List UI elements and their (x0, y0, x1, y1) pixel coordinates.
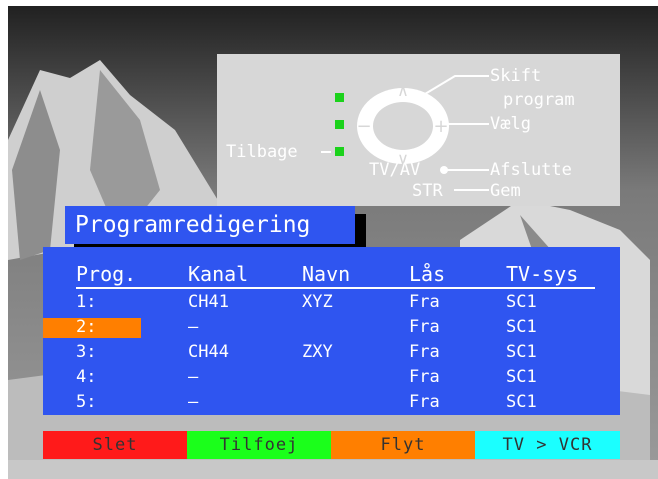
column-header-prog: Prog. (76, 262, 137, 286)
row-laas: Fra (409, 317, 440, 337)
tv-to-vcr-button[interactable]: TV > VCR (475, 431, 620, 459)
row-tvsys: SC1 (506, 317, 537, 337)
row-laas: Fra (409, 292, 440, 312)
row-kanal: CH44 (188, 342, 229, 362)
remote-help-panel: ∧ ∨ − + Skift program Vælg Tilbage TV/AV… (217, 54, 620, 206)
row-prog: 2: (76, 317, 97, 337)
column-header-tvsys: TV-sys (506, 262, 579, 286)
row-prog: 3: (76, 342, 97, 362)
add-button[interactable]: Tilfoej (187, 431, 331, 459)
row-laas: Fra (409, 392, 440, 412)
header-divider (76, 287, 595, 289)
row-navn: XYZ (302, 292, 333, 312)
row-prog: 5: (76, 392, 97, 412)
help-gem-label: Gem (490, 181, 521, 201)
row-kanal: CH41 (188, 292, 229, 312)
help-program-label: program (503, 90, 575, 110)
row-laas: Fra (409, 367, 440, 387)
help-tvav-label: TV/AV (369, 160, 421, 180)
row-prog: 1: (76, 292, 97, 312)
column-header-kanal: Kanal (188, 262, 249, 286)
page-title: Programredigering (65, 206, 355, 244)
row-tvsys: SC1 (506, 292, 537, 312)
row-kanal: – (188, 317, 199, 337)
column-header-navn: Navn (302, 262, 351, 286)
row-tvsys: SC1 (506, 392, 537, 412)
row-navn: ZXY (302, 342, 333, 362)
move-button[interactable]: Flyt (331, 431, 475, 459)
row-kanal: – (188, 392, 199, 412)
help-tilbage-label: Tilbage (226, 142, 298, 162)
help-afslutte-label: Afslutte (490, 160, 572, 180)
program-table-panel: Prog. Kanal Navn Lås TV-sys 1: CH41 XYZ … (43, 247, 620, 415)
row-laas: Fra (409, 342, 440, 362)
column-header-laas: Lås (409, 262, 446, 286)
help-str-label: STR (412, 181, 443, 201)
help-vaelg-label: Vælg (490, 114, 531, 134)
row-tvsys: SC1 (506, 367, 537, 387)
row-prog: 4: (76, 367, 97, 387)
row-tvsys: SC1 (506, 342, 537, 362)
delete-button[interactable]: Slet (43, 431, 187, 459)
row-kanal: – (188, 367, 199, 387)
help-skift-label: Skift (490, 66, 542, 86)
